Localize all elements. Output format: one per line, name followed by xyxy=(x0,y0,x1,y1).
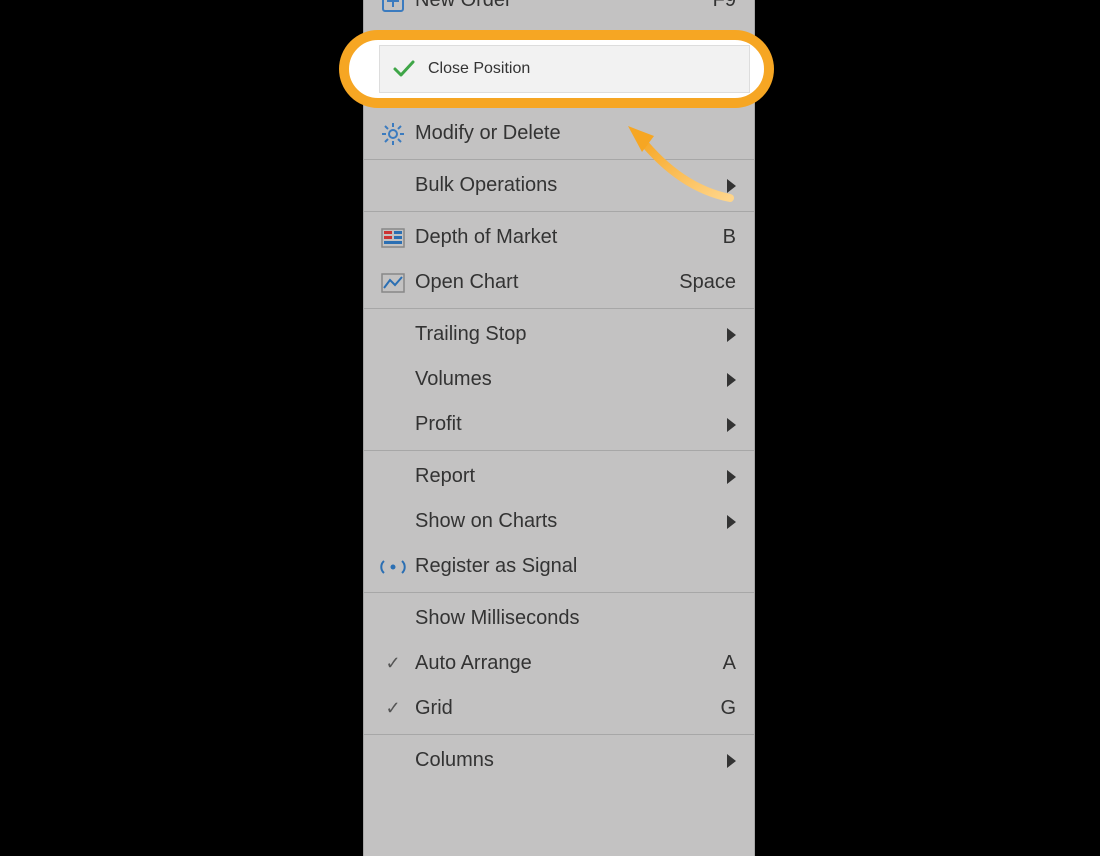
menu-item-shortcut: A xyxy=(723,652,736,675)
menu-item-show-milliseconds[interactable]: Show Milliseconds xyxy=(364,596,754,641)
submenu-arrow-icon xyxy=(727,470,736,484)
menu-item-label: Report xyxy=(415,465,727,488)
submenu-arrow-icon xyxy=(727,373,736,387)
menu-separator xyxy=(364,308,754,309)
menu-item-profit[interactable]: Profit xyxy=(364,402,754,447)
depth-of-market-icon xyxy=(379,224,407,252)
menu-item-label: Grid xyxy=(415,697,720,720)
menu-item-label: Depth of Market xyxy=(415,226,723,249)
submenu-arrow-icon xyxy=(727,328,736,342)
blank-icon xyxy=(379,366,407,394)
menu-item-label: New Order xyxy=(415,0,713,12)
line-chart-icon xyxy=(379,269,407,297)
check-icon xyxy=(390,55,418,83)
menu-separator xyxy=(364,450,754,451)
menu-item-report[interactable]: Report xyxy=(364,454,754,499)
menu-item-label: Auto Arrange xyxy=(415,652,723,675)
blank-icon xyxy=(379,411,407,439)
gear-icon xyxy=(379,120,407,148)
blank-icon xyxy=(379,747,407,775)
submenu-arrow-icon xyxy=(727,515,736,529)
menu-separator xyxy=(364,734,754,735)
submenu-arrow-icon xyxy=(727,754,736,768)
blank-icon xyxy=(379,463,407,491)
menu-item-label: Columns xyxy=(415,749,727,772)
menu-item-volumes[interactable]: Volumes xyxy=(364,357,754,402)
check-icon: ✓ xyxy=(379,650,407,678)
menu-item-label: Close Position xyxy=(428,60,739,78)
menu-item-grid[interactable]: ✓ Grid G xyxy=(364,686,754,731)
menu-item-shortcut: B xyxy=(723,226,736,249)
menu-item-trailing-stop[interactable]: Trailing Stop xyxy=(364,312,754,357)
menu-item-depth-of-market[interactable]: Depth of Market B xyxy=(364,215,754,260)
check-icon: ✓ xyxy=(379,695,407,723)
menu-item-label: Volumes xyxy=(415,368,727,391)
menu-item-columns[interactable]: Columns xyxy=(364,738,754,783)
blank-icon xyxy=(379,605,407,633)
menu-item-auto-arrange[interactable]: ✓ Auto Arrange A xyxy=(364,641,754,686)
menu-item-show-on-charts[interactable]: Show on Charts xyxy=(364,499,754,544)
menu-separator xyxy=(364,592,754,593)
blank-icon xyxy=(379,172,407,200)
submenu-arrow-icon xyxy=(727,418,736,432)
menu-item-new-order[interactable]: New Order F9 xyxy=(364,0,754,23)
menu-item-shortcut: G xyxy=(720,697,736,720)
blank-icon xyxy=(379,508,407,536)
blank-icon xyxy=(379,321,407,349)
menu-item-label: Register as Signal xyxy=(415,555,736,578)
menu-item-label: Open Chart xyxy=(415,271,679,294)
menu-item-label: Show Milliseconds xyxy=(415,607,736,630)
highlighted-menu-item-close-position[interactable]: Close Position xyxy=(339,30,774,108)
menu-item-shortcut: F9 xyxy=(713,0,736,12)
callout-arrow-icon xyxy=(620,118,740,208)
menu-item-register-as-signal[interactable]: Register as Signal xyxy=(364,544,754,589)
signal-icon xyxy=(379,553,407,581)
menu-item-label: Profit xyxy=(415,413,727,436)
menu-item-open-chart[interactable]: Open Chart Space xyxy=(364,260,754,305)
menu-item-label: Trailing Stop xyxy=(415,323,727,346)
menu-separator xyxy=(364,211,754,212)
plus-box-icon xyxy=(379,0,407,15)
menu-item-shortcut: Space xyxy=(679,271,736,294)
menu-item-label: Show on Charts xyxy=(415,510,727,533)
